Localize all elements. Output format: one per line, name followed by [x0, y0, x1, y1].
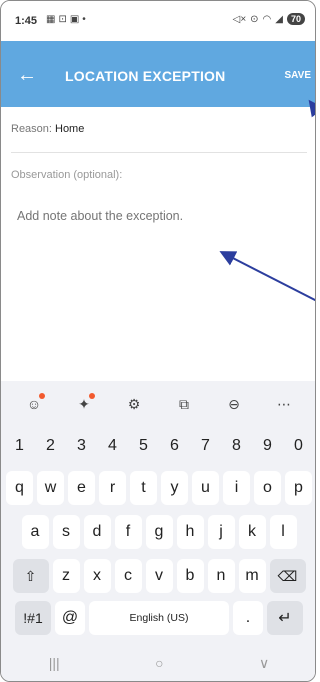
letter-row-1: q w e r t y u i o p [1, 471, 315, 505]
phone-frame: 1:45 ▦ ⊡ ▣ • ◁× ⊙ ◠ ◢ 70 ← LOCATION EXCE… [0, 0, 316, 682]
status-left-icons: ▦ ⊡ ▣ • [46, 14, 86, 25]
key-w[interactable]: w [37, 471, 64, 505]
sticker-icon[interactable]: ⊖ [221, 391, 247, 417]
navigation-bar: ||| ○ ∨ [1, 643, 315, 681]
settings-icon[interactable]: ⚙ [121, 391, 147, 417]
screenshot-icon: ⊡ [58, 14, 67, 25]
shift-key[interactable]: ⇧ [12, 559, 49, 593]
key-d[interactable]: d [83, 515, 111, 549]
bottom-key-row: !#1 @ English (US) . ↵ [1, 601, 315, 635]
save-button[interactable]: SAVE [285, 70, 312, 81]
status-right-icons: ◁× ⊙ ◠ ◢ 70 [233, 13, 305, 25]
more-icon[interactable]: ⋯ [271, 391, 297, 417]
sparkle-icon[interactable]: ✦ [71, 391, 97, 417]
battery-badge: 70 [286, 13, 305, 25]
key-a[interactable]: a [21, 515, 49, 549]
key-u[interactable]: u [192, 471, 219, 505]
key-5[interactable]: 5 [130, 429, 157, 463]
key-q[interactable]: q [6, 471, 33, 505]
translate-icon[interactable]: ⧉ [171, 391, 197, 417]
key-2[interactable]: 2 [37, 429, 64, 463]
space-key[interactable]: English (US) [89, 601, 229, 635]
key-h[interactable]: h [176, 515, 204, 549]
key-j[interactable]: j [207, 515, 235, 549]
recents-icon[interactable]: ||| [49, 655, 60, 671]
arrow-left-icon: ← [17, 64, 37, 86]
key-m[interactable]: m [238, 559, 266, 593]
key-r[interactable]: r [99, 471, 126, 505]
backspace-icon: ⌫ [277, 567, 298, 584]
key-1[interactable]: 1 [6, 429, 33, 463]
number-row: 1 2 3 4 5 6 7 8 9 0 [1, 429, 315, 463]
key-3[interactable]: 3 [68, 429, 95, 463]
key-9[interactable]: 9 [254, 429, 281, 463]
keyboard: ☺ ✦ ⚙ ⧉ ⊖ ⋯ 1 2 3 4 5 6 7 8 9 0 q w e r … [1, 381, 315, 681]
mute-icon: ◁× [232, 13, 247, 25]
status-time: 1:45 [15, 15, 38, 27]
calendar-icon: ▦ [46, 14, 56, 25]
divider [11, 152, 307, 153]
observation-label: Observation (optional): [11, 169, 123, 181]
key-x[interactable]: x [83, 559, 111, 593]
status-bar: 1:45 ▦ ⊡ ▣ • ◁× ⊙ ◠ ◢ 70 [1, 1, 315, 41]
key-o[interactable]: o [254, 471, 281, 505]
page-title: LOCATION EXCEPTION [65, 68, 226, 84]
key-v[interactable]: v [145, 559, 173, 593]
reason-value: Home [55, 123, 85, 135]
home-icon[interactable]: ○ [155, 655, 163, 671]
enter-key[interactable]: ↵ [267, 601, 303, 635]
key-b[interactable]: b [176, 559, 204, 593]
key-c[interactable]: c [114, 559, 142, 593]
dot-icon: • [82, 14, 86, 25]
letter-row-3: ⇧ z x c v b n m ⌫ [1, 559, 315, 593]
emoji-icon[interactable]: ☺ [21, 391, 47, 417]
letter-row-2: a s d f g h j k l [1, 515, 315, 549]
key-y[interactable]: y [161, 471, 188, 505]
key-6[interactable]: 6 [161, 429, 188, 463]
app-bar: ← LOCATION EXCEPTION SAVE [1, 41, 315, 107]
key-f[interactable]: f [114, 515, 142, 549]
key-p[interactable]: p [285, 471, 312, 505]
wifi-icon: ◠ [262, 13, 272, 25]
reason-label: Reason: [11, 123, 52, 135]
key-n[interactable]: n [207, 559, 235, 593]
keyboard-toolbar: ☺ ✦ ⚙ ⧉ ⊖ ⋯ [1, 381, 315, 427]
enter-icon: ↵ [278, 610, 292, 627]
symbols-key[interactable]: !#1 [15, 601, 51, 635]
at-key[interactable]: @ [55, 601, 85, 635]
key-g[interactable]: g [145, 515, 173, 549]
key-i[interactable]: i [223, 471, 250, 505]
key-k[interactable]: k [238, 515, 266, 549]
key-0[interactable]: 0 [285, 429, 312, 463]
calendar-31-icon: ▣ [69, 14, 80, 25]
key-7[interactable]: 7 [192, 429, 219, 463]
key-e[interactable]: e [68, 471, 95, 505]
reason-row[interactable]: Reason: Home [1, 107, 315, 153]
key-t[interactable]: t [130, 471, 157, 505]
signal-icon: ◢ [275, 13, 283, 25]
key-4[interactable]: 4 [99, 429, 126, 463]
key-l[interactable]: l [269, 515, 297, 549]
key-z[interactable]: z [52, 559, 80, 593]
period-key[interactable]: . [233, 601, 263, 635]
note-input[interactable] [9, 201, 309, 381]
key-s[interactable]: s [52, 515, 80, 549]
backspace-key[interactable]: ⌫ [269, 559, 306, 593]
back-button[interactable]: ← [13, 61, 41, 89]
back-chevron-icon[interactable]: ∨ [259, 655, 269, 672]
location-icon: ⊙ [250, 13, 259, 25]
key-8[interactable]: 8 [223, 429, 250, 463]
shift-icon: ⇧ [24, 567, 37, 584]
